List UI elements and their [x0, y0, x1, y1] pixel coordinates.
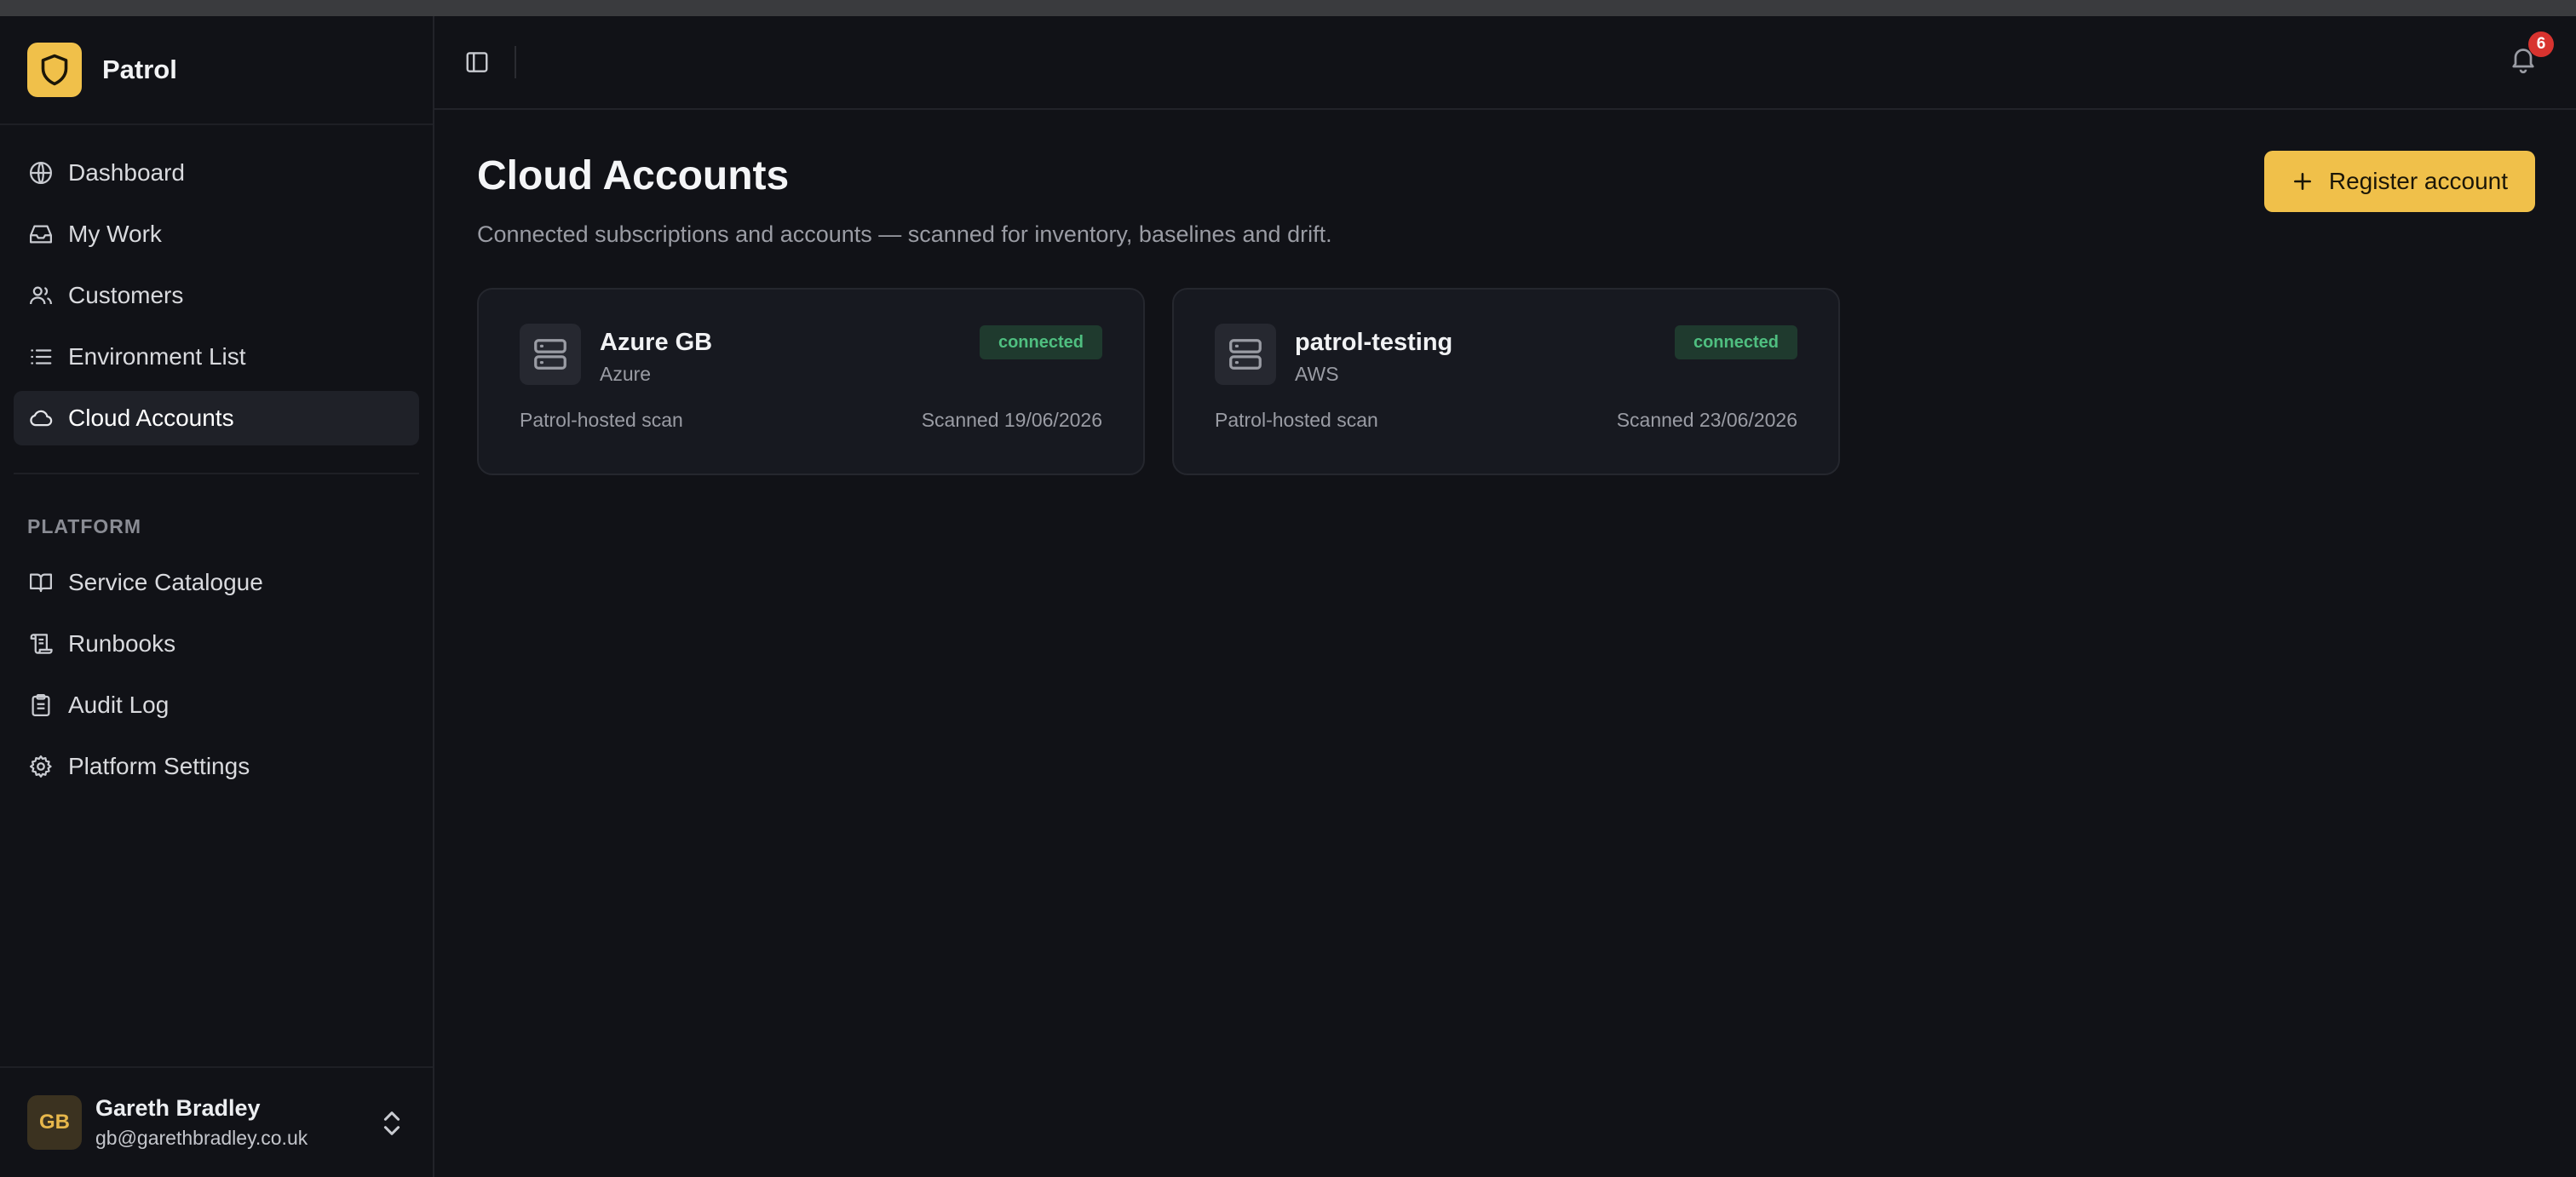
- sidebar-item-cloud-accounts[interactable]: Cloud Accounts: [14, 391, 419, 445]
- avatar: GB: [27, 1095, 82, 1150]
- brand[interactable]: Patrol: [0, 16, 433, 125]
- scan-type: Patrol-hosted scan: [520, 409, 683, 431]
- sidebar-item-my-work[interactable]: My Work: [14, 207, 419, 261]
- account-provider: Azure: [600, 363, 652, 385]
- top-header: 6: [434, 16, 2576, 110]
- scroll-icon: [27, 630, 55, 657]
- scan-date: Scanned 23/06/2026: [1616, 409, 1797, 431]
- plus-icon: [2291, 170, 2314, 192]
- chevrons-up-down-icon: [380, 1109, 404, 1142]
- scan-type: Patrol-hosted scan: [1215, 409, 1378, 431]
- shield-icon: [27, 43, 82, 97]
- list-icon: [27, 343, 55, 370]
- user-email: gb@garethbradley.co.uk: [95, 1127, 308, 1149]
- page-title: Cloud Accounts: [477, 153, 790, 198]
- inbox-icon: [27, 221, 55, 248]
- sidebar-item-audit-log[interactable]: Audit Log: [14, 678, 419, 732]
- user-name: Gareth Bradley: [95, 1095, 261, 1121]
- page-subtitle: Connected subscriptions and accounts — s…: [477, 221, 1332, 247]
- sidebar-item-customers[interactable]: Customers: [14, 268, 419, 323]
- user-info: Gareth Bradley gb@garethbradley.co.uk: [95, 1095, 308, 1150]
- brand-name: Patrol: [102, 55, 177, 84]
- sidebar-toggle-icon[interactable]: [460, 45, 494, 79]
- bell-icon: [2508, 49, 2539, 78]
- status-badge: connected: [979, 325, 1102, 359]
- app-shell: Patrol Dashboard My Work Customers Envir…: [0, 16, 2576, 1177]
- platform-nav: Service Catalogue Runbooks Audit Log Pla…: [0, 555, 433, 801]
- sidebar-item-label: Service Catalogue: [68, 569, 263, 595]
- users-icon: [27, 282, 55, 309]
- clipboard-icon: [27, 692, 55, 719]
- sidebar-item-label: My Work: [68, 221, 162, 247]
- status-badge: connected: [1674, 325, 1797, 359]
- sidebar-item-label: Environment List: [68, 343, 246, 370]
- user-menu[interactable]: GB Gareth Bradley gb@garethbradley.co.uk: [0, 1066, 433, 1177]
- sidebar-item-label: Runbooks: [68, 630, 176, 657]
- account-provider: AWS: [1295, 363, 1339, 385]
- account-cards: Azure GB Azure connected Patrol-hosted s…: [477, 288, 1840, 475]
- account-card-azure-gb[interactable]: Azure GB Azure connected Patrol-hosted s…: [477, 288, 1145, 475]
- register-account-button[interactable]: Register account: [2263, 151, 2535, 212]
- sidebar-item-label: Customers: [68, 282, 184, 308]
- sidebar-item-service-catalogue[interactable]: Service Catalogue: [14, 555, 419, 610]
- gear-icon: [27, 753, 55, 780]
- main-nav: Dashboard My Work Customers Environment …: [0, 125, 433, 452]
- sidebar-item-dashboard[interactable]: Dashboard: [14, 146, 419, 200]
- scan-date: Scanned 19/06/2026: [921, 409, 1102, 431]
- sidebar-item-label: Cloud Accounts: [68, 405, 234, 431]
- globe-icon: [27, 159, 55, 187]
- account-card-patrol-testing[interactable]: patrol-testing AWS connected Patrol-host…: [1172, 288, 1840, 475]
- sidebar-item-environment-list[interactable]: Environment List: [14, 330, 419, 384]
- server-icon: [520, 324, 581, 385]
- book-icon: [27, 569, 55, 596]
- nav-divider: [14, 473, 419, 474]
- sidebar: Patrol Dashboard My Work Customers Envir…: [0, 16, 434, 1177]
- notifications-button[interactable]: 6: [2508, 32, 2554, 78]
- main-content: 6 Cloud Accounts Connected subscriptions…: [434, 16, 2576, 1177]
- sidebar-item-label: Platform Settings: [68, 753, 250, 779]
- server-icon: [1215, 324, 1276, 385]
- header-divider: [515, 46, 516, 78]
- account-name: Azure GB: [600, 329, 713, 356]
- sidebar-item-label: Dashboard: [68, 159, 185, 186]
- account-name: patrol-testing: [1295, 329, 1453, 356]
- cloud-icon: [27, 405, 55, 432]
- sidebar-item-platform-settings[interactable]: Platform Settings: [14, 739, 419, 794]
- sidebar-item-label: Audit Log: [68, 692, 170, 718]
- notification-count-badge: 6: [2528, 32, 2554, 57]
- section-label-platform: PLATFORM: [27, 515, 142, 537]
- page-header: Cloud Accounts Connected subscriptions a…: [477, 152, 1332, 248]
- sidebar-item-runbooks[interactable]: Runbooks: [14, 617, 419, 671]
- window-top-strip: [0, 0, 2576, 16]
- register-account-label: Register account: [2328, 168, 2508, 194]
